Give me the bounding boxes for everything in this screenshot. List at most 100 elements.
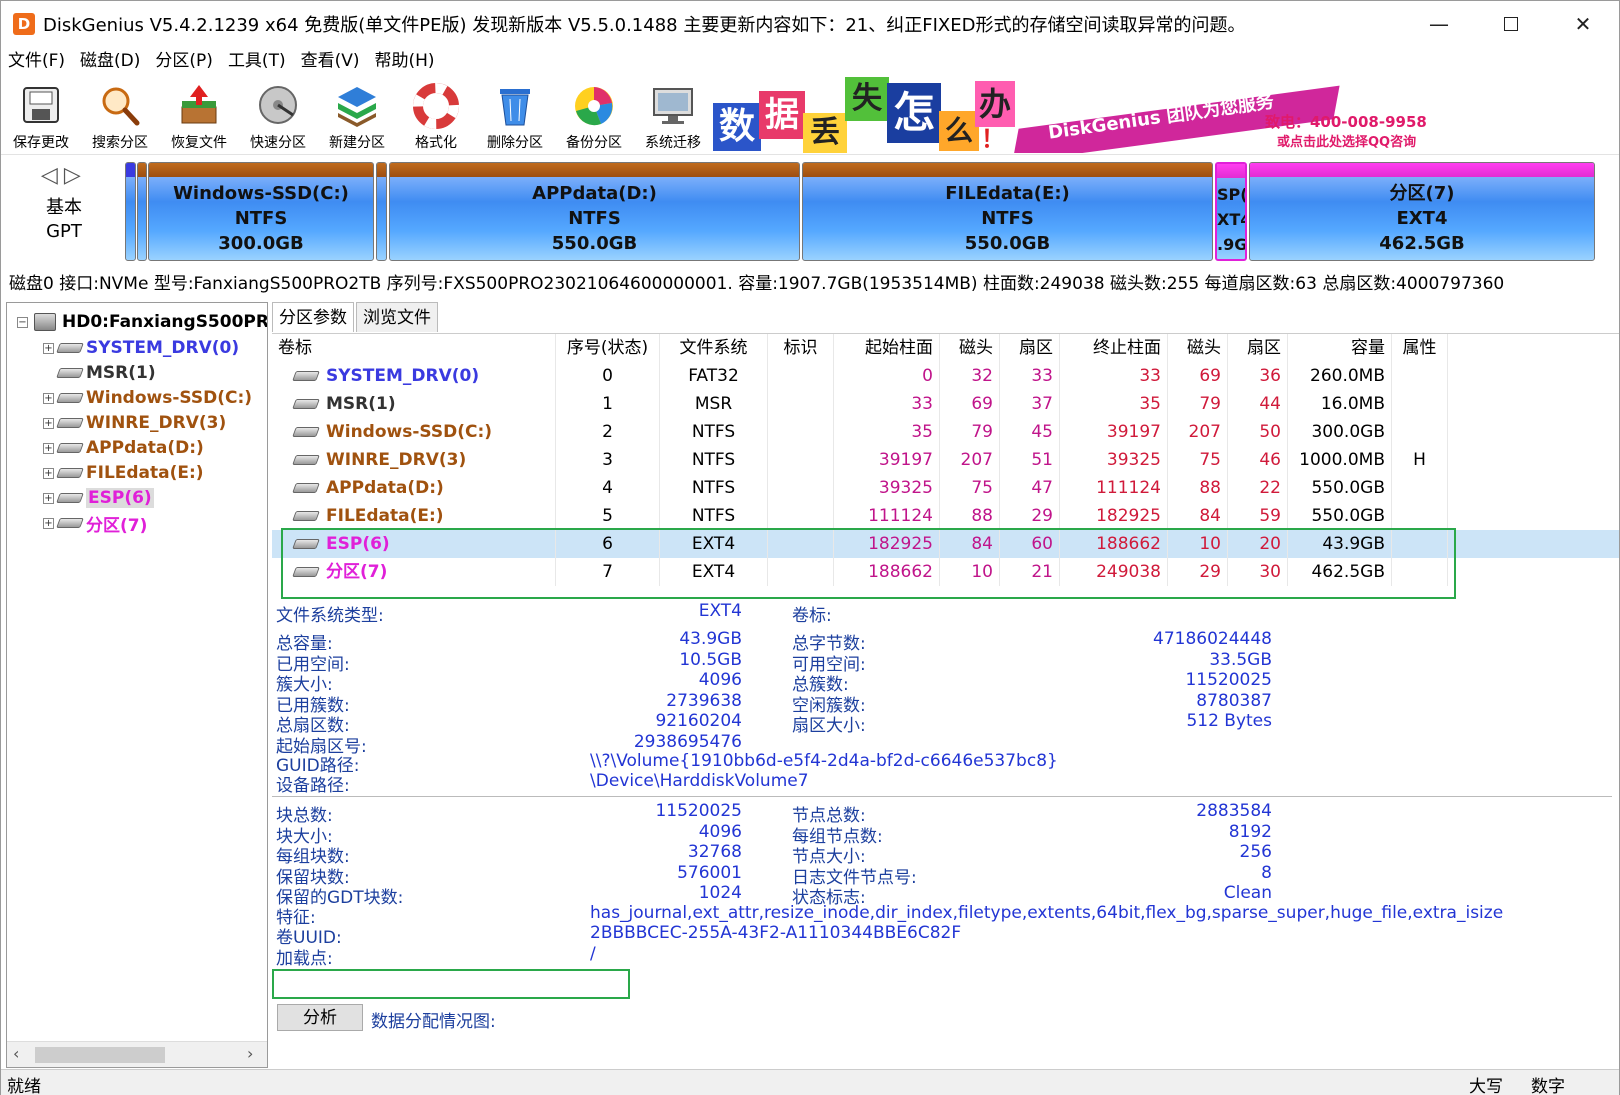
partition-drive-icon bbox=[56, 493, 84, 503]
backup-partition-button[interactable]: 备份分区 bbox=[554, 77, 634, 153]
expand-icon[interactable]: + bbox=[43, 517, 54, 529]
column-header[interactable]: 扇区 bbox=[1228, 334, 1288, 362]
table-row[interactable]: Windows-SSD(C:) 2 NTFS 35 79 45 39197 207 50 300.… bbox=[272, 418, 1619, 446]
status-bar: 就绪 大写 数字 bbox=[1, 1069, 1619, 1095]
partition-name: FILEdata(E:) bbox=[945, 183, 1070, 204]
partition-block-e[interactable]: FILEdata(E:) NTFS 550.0GB bbox=[802, 162, 1213, 261]
tree-item-partition[interactable]: + 分区(7) bbox=[43, 510, 147, 536]
format-button[interactable]: 格式化 bbox=[396, 77, 476, 153]
column-header[interactable]: 序号(状态) bbox=[556, 334, 660, 362]
cell-ss: 45 bbox=[1000, 418, 1060, 446]
device-path-value: \Device\HarddiskVolume7 bbox=[590, 771, 809, 791]
table-row[interactable]: FILEdata(E:) 5 NTFS 111124 88 29 182925 84 59 550… bbox=[272, 502, 1619, 530]
partition-block-c[interactable]: Windows-SSD(C:) NTFS 300.0GB bbox=[148, 162, 374, 261]
collapse-icon[interactable]: − bbox=[17, 316, 28, 328]
disk-nav-arrows[interactable]: ◁▷ bbox=[41, 163, 87, 188]
backup-partition-label: 备份分区 bbox=[566, 135, 622, 151]
guid-path-value: \\?\Volume{1910bb6d-e5f4-2d4a-bf2d-c6646… bbox=[590, 751, 1058, 771]
partition-block-d[interactable]: APPdata(D:) NTFS 550.0GB bbox=[389, 162, 800, 261]
partition-block-winre[interactable] bbox=[376, 162, 387, 261]
tree-root-disk[interactable]: − HD0:FanxiangS500PR( bbox=[17, 309, 267, 335]
menu-view[interactable]: 查看(V) bbox=[294, 46, 367, 76]
partition-block-system[interactable] bbox=[125, 162, 136, 261]
menu-disk[interactable]: 磁盘(D) bbox=[73, 46, 147, 76]
tree-item-partition[interactable]: + SYSTEM_DRV(0) bbox=[43, 335, 239, 361]
partition-block-esp[interactable]: SP(XT4 .9G bbox=[1215, 162, 1247, 261]
detail-value: 1024 bbox=[698, 883, 742, 903]
tree-item-partition[interactable]: + WINRE_DRV(3) bbox=[43, 410, 226, 436]
volume-label-text: WINRE_DRV(3) bbox=[326, 450, 467, 470]
system-migration-button[interactable]: 系统迁移 bbox=[633, 77, 713, 153]
disk-tree: − HD0:FanxiangS500PR( +SYSTEM_DRV(0)+MSR… bbox=[6, 302, 268, 1068]
column-header[interactable]: 标识 bbox=[768, 334, 834, 362]
partition-drive-icon bbox=[56, 418, 84, 428]
partition-block-msr[interactable] bbox=[137, 162, 147, 261]
recover-files-button[interactable]: 恢复文件 bbox=[159, 77, 239, 153]
expand-icon[interactable]: + bbox=[43, 342, 54, 354]
tree-item-label: FILEdata(E:) bbox=[86, 463, 204, 483]
cell-fs: NTFS bbox=[660, 502, 768, 530]
table-row[interactable]: SYSTEM_DRV(0) 0 FAT32 0 32 33 33 69 36 260.0MB bbox=[272, 362, 1619, 390]
tab-browse-files[interactable]: 浏览文件 bbox=[356, 302, 438, 332]
column-header[interactable]: 磁头 bbox=[940, 334, 1000, 362]
cell-volume-label: WINRE_DRV(3) bbox=[272, 446, 556, 474]
expand-icon[interactable]: + bbox=[43, 492, 54, 504]
tree-item-partition[interactable]: + Windows-SSD(C:) bbox=[43, 385, 252, 411]
disk-type-basic: 基本 bbox=[46, 197, 82, 218]
close-button[interactable]: ✕ bbox=[1548, 1, 1618, 46]
column-header[interactable]: 容量 bbox=[1288, 334, 1392, 362]
cell-ss: 47 bbox=[1000, 474, 1060, 502]
pie-icon bbox=[571, 83, 617, 129]
tree-item-label: WINRE_DRV(3) bbox=[86, 413, 227, 433]
tree-item-partition[interactable]: +MSR(1) bbox=[43, 360, 156, 386]
tree-horizontal-scrollbar[interactable]: ‹ › bbox=[7, 1041, 267, 1067]
column-header[interactable]: 磁头 bbox=[1168, 334, 1228, 362]
delete-partition-button[interactable]: 删除分区 bbox=[475, 77, 555, 153]
tree-item-label: ESP(6) bbox=[86, 488, 154, 508]
expand-icon[interactable]: + bbox=[43, 442, 54, 454]
save-changes-button[interactable]: 保存更改 bbox=[1, 77, 81, 153]
maximize-button[interactable] bbox=[1476, 1, 1546, 46]
banner-char: 么 bbox=[939, 111, 979, 151]
column-header[interactable]: 扇区 bbox=[1000, 334, 1060, 362]
scroll-thumb[interactable] bbox=[35, 1047, 165, 1063]
column-header[interactable]: 终止柱面 bbox=[1060, 334, 1168, 362]
menu-help[interactable]: 帮助(H) bbox=[368, 46, 442, 76]
expand-icon[interactable]: + bbox=[43, 392, 54, 404]
partition-size: 550.0GB bbox=[551, 233, 638, 254]
new-partition-button[interactable]: 新建分区 bbox=[317, 77, 397, 153]
column-header[interactable]: 起始柱面 bbox=[834, 334, 940, 362]
search-partition-button[interactable]: 搜索分区 bbox=[80, 77, 160, 153]
menu-partition[interactable]: 分区(P) bbox=[148, 46, 220, 76]
partition-name: Windows-SSD(C:) bbox=[173, 183, 349, 204]
detail-value: 8 bbox=[1261, 862, 1272, 883]
table-row[interactable]: APPdata(D:) 4 NTFS 39325 75 47 111124 88 22 550.0… bbox=[272, 474, 1619, 502]
detail-value: 43.9GB bbox=[679, 629, 742, 649]
partition-block-7[interactable]: 分区(7) EXT4 462.5GB bbox=[1249, 162, 1595, 261]
menu-tools[interactable]: 工具(T) bbox=[221, 46, 293, 76]
analyze-button[interactable]: 分析 bbox=[277, 1004, 363, 1031]
scroll-right-icon[interactable]: › bbox=[247, 1044, 253, 1063]
expand-icon[interactable]: + bbox=[43, 467, 54, 479]
cell-es: 59 bbox=[1228, 502, 1288, 530]
disk-type: 基本 GPT bbox=[41, 196, 87, 244]
column-header[interactable]: 文件系统 bbox=[660, 334, 768, 362]
minimize-button[interactable]: — bbox=[1404, 1, 1474, 46]
scroll-left-icon[interactable]: ‹ bbox=[13, 1044, 19, 1063]
menu-file[interactable]: 文件(F) bbox=[1, 46, 72, 76]
ad-banner[interactable]: 数 据 丢 失 怎 么 办 ！ DiskGenius 团队为您服务 致电：400… bbox=[713, 77, 1435, 153]
tree-item-partition[interactable]: + APPdata(D:) bbox=[43, 435, 204, 461]
quick-partition-button[interactable]: 快速分区 bbox=[238, 77, 318, 153]
expand-icon[interactable]: + bbox=[43, 417, 54, 429]
column-header[interactable]: 卷标 bbox=[272, 334, 556, 362]
recover-box-icon bbox=[176, 83, 222, 129]
column-header[interactable]: 属性 bbox=[1392, 334, 1448, 362]
table-row[interactable]: WINRE_DRV(3) 3 NTFS 39197 207 51 39325 75 46 1000… bbox=[272, 446, 1619, 474]
table-row[interactable]: MSR(1) 1 MSR 33 69 37 35 79 44 16.0MB bbox=[272, 390, 1619, 418]
tree-item-partition[interactable]: + FILEdata(E:) bbox=[43, 460, 204, 486]
volume-label-label: 卷标: bbox=[792, 606, 832, 626]
tree-item-partition[interactable]: + ESP(6) bbox=[43, 485, 154, 511]
tab-partition-params[interactable]: 分区参数 bbox=[272, 302, 354, 332]
partition-drive-icon bbox=[56, 468, 84, 478]
volume-label-text: SYSTEM_DRV(0) bbox=[326, 366, 480, 386]
